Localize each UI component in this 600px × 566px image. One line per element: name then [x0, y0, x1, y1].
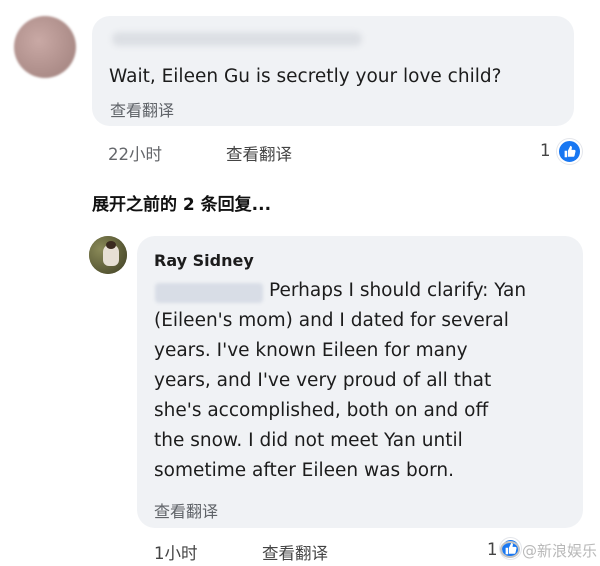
top-comment-text: Wait, Eileen Gu is secretly your love ch…	[109, 66, 502, 87]
mention-tag-blurred[interactable]	[155, 283, 263, 303]
top-comment-reaction-count[interactable]: 1	[540, 141, 551, 160]
weibo-logo-icon	[500, 541, 520, 558]
reply-timestamp[interactable]: 1小时	[154, 540, 198, 564]
watermark-text: @新浪娱乐	[522, 542, 598, 560]
reply-see-translation-link[interactable]: 查看翻译	[154, 498, 218, 522]
reply-meta-translate-link[interactable]: 查看翻译	[262, 540, 328, 564]
reply-text-line: years, and I've very proud of all that	[154, 370, 492, 391]
weibo-watermark: @新浪娱乐	[500, 540, 597, 561]
reply-comment-bubble: Ray Sidney Perhaps I should clarify: Yan…	[137, 236, 583, 528]
top-comment-bubble: Wait, Eileen Gu is secretly your love ch…	[92, 16, 574, 126]
reply-text-line: sometime after Eileen was born.	[154, 460, 454, 481]
top-comment-meta-row: 22小时 查看翻译 1	[0, 141, 600, 165]
facebook-comments-screenshot: Wait, Eileen Gu is secretly your love ch…	[0, 0, 600, 566]
reply-text-line: years. I've known Eileen for many	[154, 340, 468, 361]
reply-text-line: (Eileen's mom) and I dated for several	[154, 310, 509, 331]
commenter-avatar-blurred[interactable]	[14, 16, 76, 78]
avatar-hair	[106, 241, 116, 249]
reply-reaction-count[interactable]: 1	[487, 540, 498, 559]
reply-text-line: Perhaps I should clarify: Yan	[269, 280, 527, 301]
thumbs-up-icon[interactable]	[557, 139, 582, 164]
top-comment-meta-translate-link[interactable]: 查看翻译	[226, 141, 292, 165]
reply-author-name[interactable]: Ray Sidney	[154, 251, 254, 270]
commenter-name-blurred[interactable]	[112, 32, 362, 46]
ray-sidney-avatar[interactable]	[89, 236, 127, 274]
top-comment-see-translation-link[interactable]: 查看翻译	[110, 97, 174, 121]
reply-text-line: she's accomplished, both on and off	[154, 400, 489, 421]
reply-text-line: the snow. I did not meet Yan until	[154, 430, 463, 451]
top-comment-timestamp[interactable]: 22小时	[108, 141, 162, 165]
view-previous-replies-link[interactable]: 展开之前的 2 条回复...	[92, 190, 271, 215]
